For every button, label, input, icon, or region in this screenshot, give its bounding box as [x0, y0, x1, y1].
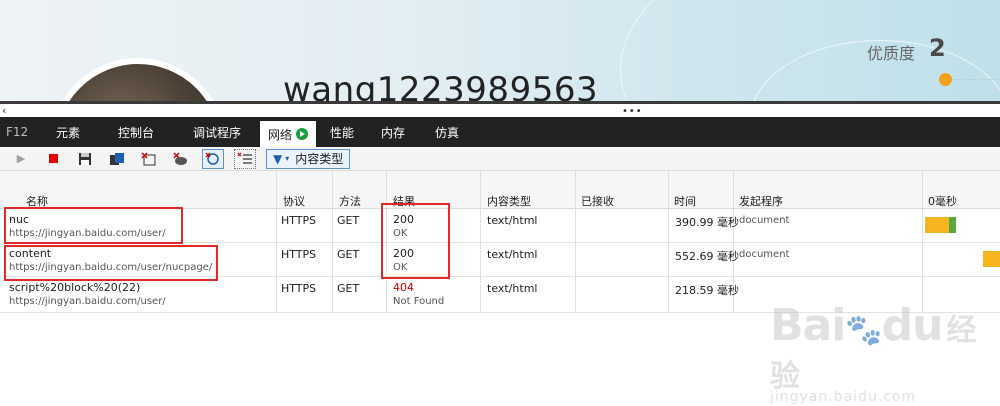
request-method: GET — [337, 282, 360, 295]
request-status-text: Not Found — [393, 296, 445, 307]
quality-line — [952, 79, 1000, 80]
clear-cache-button[interactable] — [170, 149, 192, 169]
devtools-tabbar: F12 元素 控制台 调试程序 网络 性能 内存 仿真 — [0, 117, 1000, 147]
column-header-content-type[interactable]: 内容类型 — [487, 193, 531, 209]
tab-label: 元素 — [55, 125, 80, 140]
copy-button[interactable] — [106, 149, 128, 169]
clear-entries-toggle[interactable] — [234, 148, 256, 169]
request-url: https://jingyan.baidu.com/user/ — [9, 296, 166, 307]
quality-dot-icon — [939, 73, 952, 86]
content-type-filter[interactable]: ▼ ▾ 内容类型 — [266, 148, 351, 169]
column-header-timeline[interactable]: 0毫秒 — [928, 193, 957, 209]
table-row[interactable]: script%20block%20(22) https://jingyan.ba… — [0, 277, 1000, 313]
stop-profiling-button[interactable] — [42, 149, 64, 169]
request-name: script%20block%20(22) — [9, 281, 141, 294]
tab-label: 控制台 — [117, 125, 154, 140]
tab-label: 调试程序 — [192, 125, 241, 140]
tab-emulation[interactable]: 仿真 — [418, 117, 476, 147]
annotation-highlight — [4, 207, 183, 244]
request-status: 404 — [393, 281, 414, 294]
devtools-splitter[interactable]: ‹ ••• — [0, 101, 1000, 117]
request-protocol: HTTPS — [281, 282, 317, 295]
network-requests-table: 名称 协议 方法 结果 内容类型 已接收 时间 发起程序 0毫秒 nuc htt… — [0, 171, 1000, 406]
export-button[interactable] — [74, 149, 96, 169]
request-method: GET — [337, 248, 360, 261]
tab-debugger[interactable]: 调试程序 — [174, 117, 260, 147]
start-profiling-button[interactable]: ▶ — [10, 149, 32, 169]
request-content-type: text/html — [487, 282, 538, 295]
tab-label: 内存 — [380, 125, 405, 140]
annotation-highlight — [4, 245, 218, 281]
request-initiator: document — [739, 215, 790, 226]
collapse-icon[interactable]: ‹ — [2, 104, 6, 117]
quality-label: 优质度 — [867, 44, 916, 63]
column-header-time[interactable]: 时间 — [674, 193, 696, 209]
column-header-method[interactable]: 方法 — [339, 193, 361, 209]
annotation-highlight — [381, 203, 450, 279]
play-icon: ▶ — [16, 152, 26, 165]
tab-label: 网络 — [267, 127, 292, 142]
tab-label: 仿真 — [434, 125, 459, 140]
request-time: 390.99 毫秒 — [675, 216, 739, 229]
filter-label: 内容类型 — [295, 152, 344, 166]
request-initiator: document — [739, 249, 790, 260]
quality-value: 2 — [929, 34, 946, 62]
recording-play-icon — [296, 128, 308, 140]
table-header: 名称 协议 方法 结果 内容类型 已接收 时间 发起程序 0毫秒 — [0, 171, 1000, 209]
clear-cache-icon — [173, 151, 187, 165]
refresh-icon — [205, 152, 219, 165]
timeline-receive-bar — [949, 217, 956, 233]
column-header-received[interactable]: 已接收 — [581, 193, 614, 209]
request-content-type: text/html — [487, 214, 538, 227]
f12-label: F12 — [6, 125, 29, 139]
column-header-protocol[interactable]: 协议 — [283, 193, 305, 209]
request-protocol: HTTPS — [281, 214, 317, 227]
filter-icon: ▼ — [273, 151, 283, 166]
column-header-initiator[interactable]: 发起程序 — [739, 193, 783, 209]
request-time: 552.69 毫秒 — [675, 250, 739, 263]
page-header-area: wang1223989563 优质度 2 — [0, 0, 1000, 104]
stop-icon — [48, 154, 58, 163]
timeline-wait-bar — [925, 217, 949, 233]
avatar[interactable] — [50, 58, 226, 104]
tab-console[interactable]: 控制台 — [98, 117, 174, 147]
tab-performance[interactable]: 性能 — [316, 117, 368, 147]
clear-session-icon — [141, 151, 156, 165]
tab-elements[interactable]: 元素 — [38, 117, 98, 147]
network-toolbar: ▶ ▼ ▾ 内容类型 — [0, 147, 1000, 171]
list-clear-icon — [237, 152, 252, 164]
profile-username: wang1223989563 — [283, 70, 599, 104]
tab-memory[interactable]: 内存 — [368, 117, 418, 147]
request-method: GET — [337, 214, 360, 227]
request-time: 218.59 毫秒 — [675, 284, 739, 297]
timeline-wait-bar — [983, 251, 1000, 267]
clear-session-button[interactable] — [138, 149, 160, 169]
always-refresh-toggle[interactable] — [202, 148, 224, 169]
save-icon — [79, 152, 91, 165]
request-content-type: text/html — [487, 248, 538, 261]
tab-label: 性能 — [329, 125, 354, 140]
request-protocol: HTTPS — [281, 248, 317, 261]
chevron-down-icon: ▾ — [285, 154, 290, 163]
copy-icon — [110, 152, 124, 165]
drag-grip-icon[interactable]: ••• — [622, 106, 643, 117]
tab-network[interactable]: 网络 — [260, 121, 316, 147]
